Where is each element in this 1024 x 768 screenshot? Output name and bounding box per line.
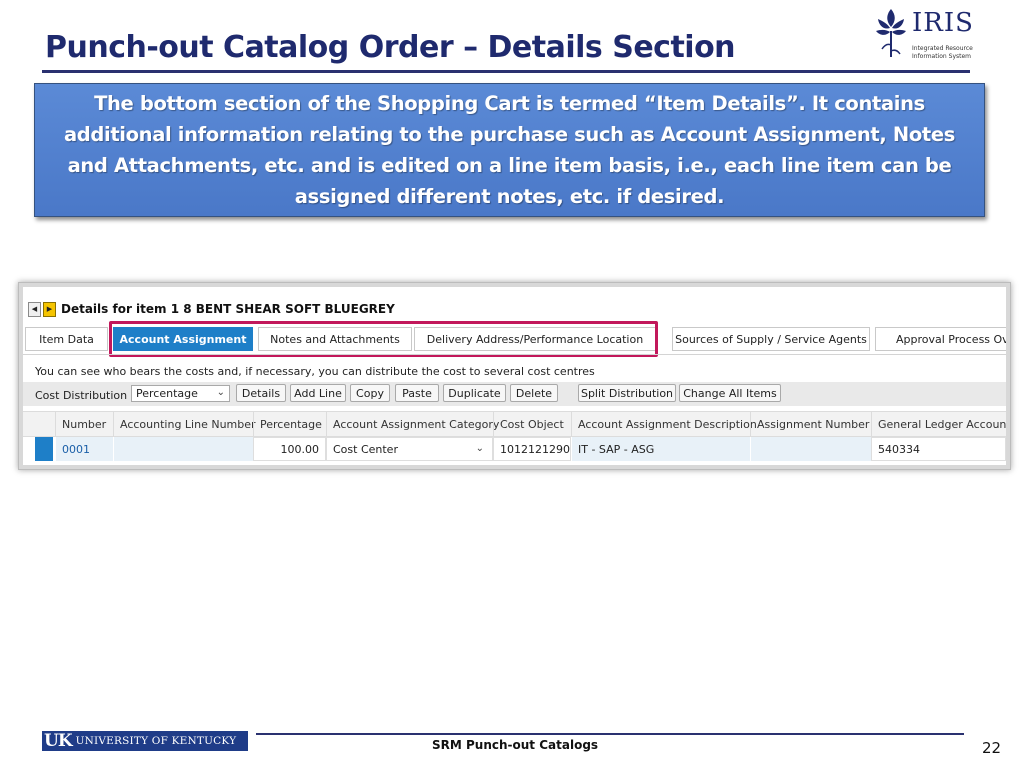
paste-button[interactable]: Paste (395, 384, 439, 402)
uk-logo: UK UNIVERSITY OF KENTUCKY (42, 731, 248, 751)
tab-approval-process[interactable]: Approval Process Overv (875, 327, 1006, 351)
column-header[interactable]: Account Assignment Category (326, 412, 499, 436)
account-assignment-toolbar: Cost Distribution Percentage ⌄ Details A… (23, 382, 1006, 406)
slide-title: Punch-out Catalog Order – Details Sectio… (45, 30, 736, 65)
add-line-button[interactable]: Add Line (290, 384, 346, 402)
column-header[interactable]: Percentage (253, 412, 326, 436)
cost-info-text: You can see who bears the costs and, if … (35, 365, 595, 378)
tabs-highlight-box (109, 321, 658, 357)
cost-distribution-label: Cost Distribution (35, 389, 128, 402)
gl-account-input[interactable]: 540334 (871, 437, 1006, 461)
column-header[interactable]: General Ledger Account (871, 412, 1006, 436)
iris-subtitle-line1: Integrated Resource (912, 45, 973, 52)
row-selector[interactable] (35, 437, 53, 461)
tab-sources-of-supply[interactable]: Sources of Supply / Service Agents (672, 327, 870, 351)
iris-logo: IRIS Integrated Resource Information Sys… (872, 5, 974, 65)
percentage-input[interactable]: 100.00 (253, 437, 326, 461)
tab-item-data[interactable]: Item Data (25, 327, 108, 351)
uk-logo-name: UNIVERSITY OF KENTUCKY (75, 735, 237, 747)
footer-text: SRM Punch-out Catalogs (432, 738, 599, 752)
change-all-items-button[interactable]: Change All Items (679, 384, 781, 402)
chevron-down-icon: ⌄ (216, 387, 225, 398)
iris-wordmark: IRIS (912, 8, 974, 38)
column-header[interactable]: Assignment Number (750, 412, 871, 436)
column-header[interactable]: Account Assignment Description (571, 412, 757, 436)
expand-right-button[interactable]: ▶ (43, 301, 56, 317)
sap-screenshot-frame: ◀ ▶ Details for item 1 8 BENT SHEAR SOFT… (18, 282, 1011, 470)
tabs-divider (23, 354, 1006, 355)
triangle-left-icon: ◀ (31, 304, 38, 313)
copy-button[interactable]: Copy (350, 384, 390, 402)
details-header: ◀ ▶ Details for item 1 8 BENT SHEAR SOFT… (23, 301, 395, 317)
footer-rule (256, 733, 964, 735)
uk-logo-mark: UK (44, 731, 73, 751)
assignment-number-cell (750, 437, 871, 461)
assignment-table-header: Number Accounting Line Number Percentage… (23, 411, 1006, 437)
duplicate-button[interactable]: Duplicate (443, 384, 506, 402)
triangle-right-icon: ▶ (46, 304, 53, 313)
details-title: Details for item 1 8 BENT SHEAR SOFT BLU… (61, 302, 395, 316)
item-details-panel: ◀ ▶ Details for item 1 8 BENT SHEAR SOFT… (23, 287, 1006, 465)
title-underline (42, 70, 970, 73)
page-number: 22 (982, 739, 1002, 757)
accounting-line-cell (113, 437, 253, 461)
chevron-down-icon: ⌄ (475, 443, 484, 454)
cost-object-input[interactable]: 1012121290 (493, 437, 571, 461)
iris-subtitle-line2: Information System (912, 53, 972, 60)
column-header[interactable]: Cost Object (493, 412, 571, 436)
split-distribution-button[interactable]: Split Distribution (578, 384, 676, 402)
account-category-select[interactable]: Cost Center ⌄ (326, 437, 493, 461)
cost-distribution-select[interactable]: Percentage ⌄ (131, 385, 230, 402)
iris-flower-icon (876, 9, 906, 57)
assignment-description-cell: IT - SAP - ASG (571, 437, 750, 461)
column-header[interactable]: Accounting Line Number (113, 412, 256, 436)
callout-text: The bottom section of the Shopping Cart … (63, 92, 956, 208)
column-header[interactable]: Number (55, 412, 113, 436)
table-row[interactable]: 0001 100.00 Cost Center ⌄ 1012121290 IT … (23, 437, 1006, 461)
number-cell[interactable]: 0001 (55, 437, 113, 461)
delete-button[interactable]: Delete (510, 384, 558, 402)
info-callout: The bottom section of the Shopping Cart … (34, 83, 985, 217)
details-button[interactable]: Details (236, 384, 286, 402)
collapse-left-button[interactable]: ◀ (28, 301, 41, 317)
